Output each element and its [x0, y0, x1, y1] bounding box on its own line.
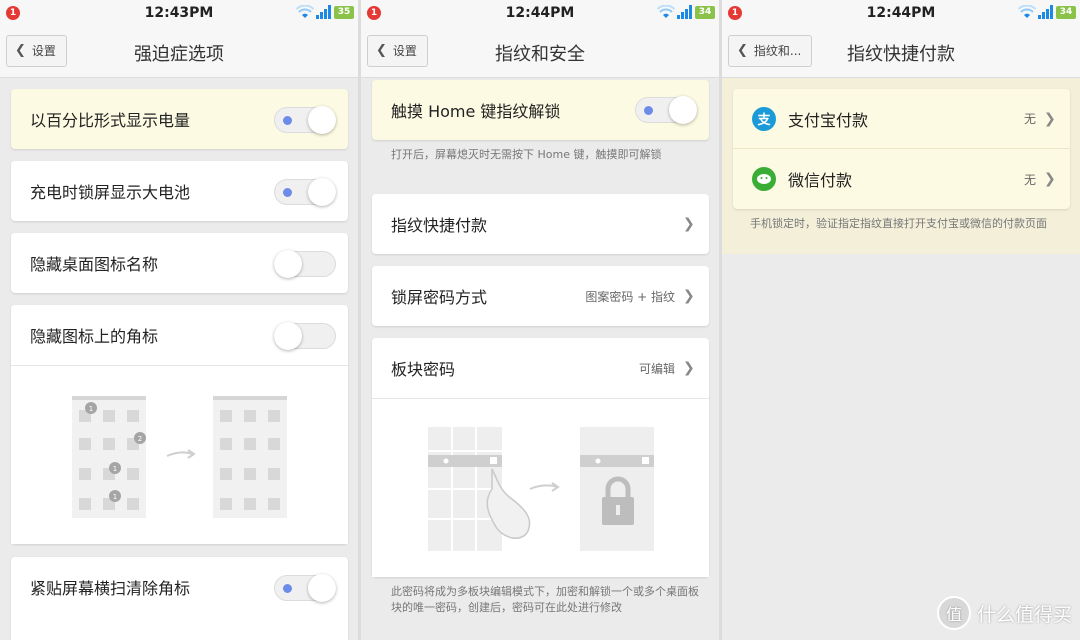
- payment-list: 支 支付宝付款 无 ❯ 微信付款 无 ❯: [733, 89, 1070, 209]
- setting-label: 指纹快捷付款: [391, 216, 488, 235]
- battery-icon: 34: [695, 6, 715, 19]
- status-bar: 1 12:44PM 34: [361, 0, 719, 26]
- badge-illustration: 1 2 1 1: [11, 365, 348, 544]
- battery-icon: 34: [1056, 6, 1076, 19]
- home-unlock-toggle[interactable]: [635, 96, 697, 124]
- wechat-icon: [752, 167, 776, 191]
- badge-count: 1: [113, 465, 117, 473]
- page-title: 指纹快捷付款: [847, 44, 955, 65]
- setting-swipe-clear-badges[interactable]: 紧贴屏幕横扫清除角标: [11, 557, 348, 640]
- watermark: 值 什么值得买: [936, 596, 1072, 630]
- payment-label: 微信付款: [788, 171, 853, 190]
- lock-method-value: 图案密码 + 指纹: [585, 289, 675, 304]
- block-password-item[interactable]: 板块密码 可编辑 ❯: [372, 338, 709, 577]
- setting-hide-badges[interactable]: 隐藏图标上的角标 1 2 1 1: [11, 305, 348, 544]
- battery-icon: 35: [334, 6, 354, 19]
- chevron-right-icon: ❯: [1044, 110, 1056, 127]
- block-password-illustration: [372, 398, 709, 577]
- wifi-icon: [657, 5, 675, 18]
- payment-value: 无: [1023, 172, 1036, 187]
- setting-hide-icon-names[interactable]: 隐藏桌面图标名称: [11, 233, 348, 293]
- payment-item-wechat[interactable]: 微信付款 无 ❯: [733, 149, 1070, 209]
- screen-fingerprint-quick-pay: 1 12:44PM 34 ❮ 指纹和... 指纹快捷付款 支 支付宝付款 无 ❯…: [722, 0, 1080, 640]
- chevron-right-icon: ❯: [683, 360, 695, 376]
- alipay-icon: 支: [752, 106, 776, 131]
- setting-battery-percent[interactable]: 以百分比形式显示电量: [11, 89, 348, 149]
- home-unlock-note: 打开后，屏幕熄灭时无需按下 Home 键，触摸即可解锁: [391, 148, 662, 161]
- payment-label: 支付宝付款: [788, 110, 869, 130]
- signal-icon: [677, 5, 692, 19]
- block-password-note: 此密码将成为多板块编辑模式下，加密和解锁一个或多个桌面板块的唯一密码，创建后，密…: [391, 585, 699, 614]
- lock-method-item[interactable]: 锁屏密码方式 图案密码 + 指纹 ❯: [372, 266, 709, 326]
- watermark-badge: 值: [936, 596, 971, 630]
- chevron-right-icon: ❯: [683, 216, 695, 232]
- setting-home-fingerprint-unlock[interactable]: 触摸 Home 键指纹解锁: [372, 80, 709, 140]
- fingerprint-quick-pay-item[interactable]: 指纹快捷付款 ❯: [372, 194, 709, 254]
- page-title: 强迫症选项: [134, 44, 224, 65]
- payment-item-alipay[interactable]: 支 支付宝付款 无 ❯: [733, 89, 1070, 149]
- badge-count: 1: [89, 405, 93, 413]
- hide-icon-names-toggle[interactable]: [274, 250, 336, 278]
- battery-percent-toggle[interactable]: [274, 106, 336, 134]
- signal-icon: [1038, 5, 1053, 19]
- wifi-icon: [296, 5, 314, 18]
- screen-fingerprint-security: 1 12:44PM 34 ❮ 设置 指纹和安全 触摸 Home 键指纹解锁 打开…: [361, 0, 719, 640]
- setting-label: 锁屏密码方式: [391, 288, 488, 307]
- swipe-clear-toggle[interactable]: [274, 574, 336, 602]
- chevron-right-icon: ❯: [683, 288, 695, 304]
- title-bar: ❮ 指纹和... 指纹快捷付款: [722, 26, 1080, 78]
- title-bar: ❮ 设置 强迫症选项: [0, 26, 358, 78]
- badge-count: 2: [138, 435, 142, 443]
- page-title: 指纹和安全: [495, 44, 585, 65]
- badge-diagram-icon: 1 2 1 1: [72, 396, 287, 518]
- signal-icon: [316, 5, 331, 19]
- setting-label: 板块密码: [391, 360, 456, 379]
- screen-obsessive-options: 1 12:43PM 35 ❮ 设置 强迫症选项 以百分比形式显示电量 充电时锁屏…: [0, 0, 358, 640]
- charging-battery-toggle[interactable]: [274, 178, 336, 206]
- status-bar: 1 12:44PM 34: [722, 0, 1080, 26]
- block-password-value: 可编辑: [638, 361, 675, 376]
- badge-count: 1: [113, 493, 117, 501]
- setting-charging-big-battery[interactable]: 充电时锁屏显示大电池: [11, 161, 348, 221]
- payment-value: 无: [1023, 112, 1036, 126]
- lock-diagram-icon: [428, 427, 654, 551]
- status-bar: 1 12:43PM 35: [0, 0, 358, 26]
- chevron-right-icon: ❯: [1044, 171, 1056, 187]
- watermark-text: 什么值得买: [976, 603, 1072, 626]
- wifi-icon: [1018, 5, 1036, 18]
- title-bar: ❮ 设置 指纹和安全: [361, 26, 719, 78]
- hide-badges-toggle[interactable]: [274, 322, 336, 350]
- quick-pay-note: 手机锁定时，验证指定指纹直接打开支付宝或微信的付款页面: [750, 217, 1047, 230]
